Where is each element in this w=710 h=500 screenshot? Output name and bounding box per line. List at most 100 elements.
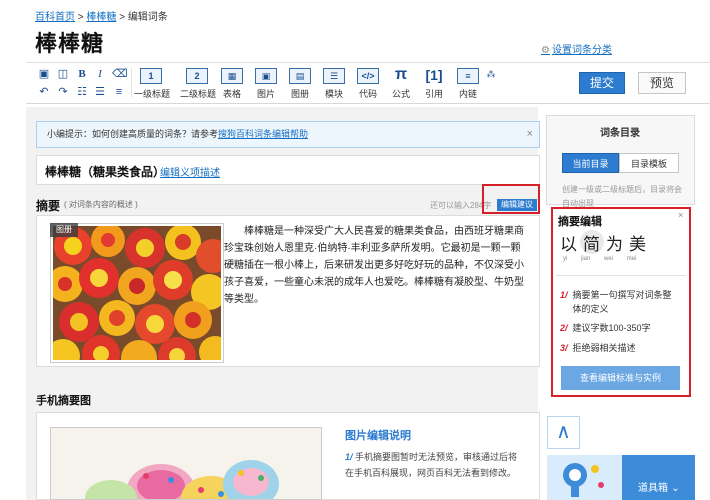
toolbar-code-button[interactable]: </> 代码 [351,66,385,100]
toolbar-reference-button[interactable]: [1] 引用 [417,66,451,100]
toolbar-code-label: 代码 [358,89,377,99]
formula-icon: π [394,66,408,83]
edit-description-link[interactable]: 编辑义项描述 [160,164,220,179]
summary-subtitle: ( 对词条内容的概述 ) [64,200,138,209]
tip-item-text: 建议字数100-350字 [572,323,651,333]
settings-category-label: 设置词条分类 [551,45,612,56]
view-standards-button[interactable]: 查看编辑标准与实例 [561,366,680,390]
chevron-up-icon: ∧ [556,421,571,443]
reference-icon: [1] [425,67,443,83]
slogan: 以简为美 [560,235,652,255]
album-tag: 图册 [50,223,78,237]
pinyin-syllable: wei [604,256,614,262]
toolbox-label-text: 道具箱 [638,483,668,494]
highlight-box [482,184,540,214]
toolbar-album-label: 图册 [290,89,309,99]
redo-icon[interactable]: ↷ [56,85,70,99]
align-icon[interactable]: ≡ [112,85,126,99]
close-icon[interactable]: × [678,210,683,220]
toolbar-heading-2-label: 二级标题 [180,89,217,99]
toolbar-divider [131,68,132,98]
gear-icon: ⚙ [541,45,550,56]
tip-card-title: 摘要编辑 [558,215,602,228]
lollipop-photo[interactable] [53,226,221,360]
tip-item-number: 3/ [560,343,568,353]
summary-heading: 摘要 [36,199,61,213]
toolbar-heading-1-button[interactable]: 1 一级标题 [134,66,171,100]
entry-title: 棒棒糖（糖果类食品） [45,165,166,179]
close-icon[interactable]: × [527,122,533,147]
toolbar-image-button[interactable]: ▣ 图片 [249,66,283,100]
tip-item-number: 2/ [560,323,568,333]
pinyin-syllable: jian [581,256,591,262]
pinyin-syllable: yi [563,256,568,262]
entry-title-box: 棒棒糖（糖果类食品） 编辑义项描述 [36,155,540,185]
toolbar-album-button[interactable]: ▤ 图册 [283,66,317,100]
tip-item-text: 摘要第一句撰写对词条整体的定义 [572,290,672,314]
italic-icon[interactable]: I [93,67,107,81]
summary-text[interactable]: 棒棒糖是一种深受广大人民喜爱的糖果类食品，由西班牙糖果商珍宝珠创始人恩里克·伯纳… [224,223,524,308]
image-icon: ▣ [255,68,277,84]
chevron-down-icon: ⌄ [671,483,680,494]
scroll-up-button[interactable]: ∧ [547,416,580,449]
breadcrumb-home-link[interactable]: 百科首页 [35,12,75,23]
tab-toc-template[interactable]: 目录模板 [619,153,679,173]
submit-button[interactable]: 提交 [579,72,625,94]
mobile-summary-heading: 手机摘要图 [36,394,91,407]
toolbar-heading-2-button[interactable]: 2 二级标题 [180,66,217,100]
toolbar-internal-link-button[interactable]: ≡ 内链 [451,66,485,100]
tab-current-toc[interactable]: 当前目录 [562,153,619,173]
link-icon: ≡ [457,68,479,84]
picture-help-body: 手机摘要图暂时无法预览，审核通过后将在手机百科展现，网页百科无法看到修改。 [345,452,518,478]
tip-help-link[interactable]: 搜狗百科词条编辑帮助 [218,129,308,139]
toolbar-module-button[interactable]: ☰ 模块 [317,66,351,100]
tip-card-divider [556,275,686,276]
toolbox-illustration [547,455,622,500]
code-icon: </> [357,68,379,84]
special-char-icon[interactable]: ⁂ [484,67,498,81]
breadcrumb-current: 编辑词条 [127,12,168,23]
clear-format-icon[interactable]: ◫ [56,67,70,81]
toolbar-internal-link-label: 内链 [458,89,477,99]
toolbar-heading-1-label: 一级标题 [134,89,171,99]
toolbar-formula-label: 公式 [391,89,410,99]
breadcrumb-entry-link[interactable]: 棒棒糖 [86,12,116,23]
save-icon[interactable]: ▣ [37,67,51,81]
picture-help-title: 图片编辑说明 [345,429,411,442]
toc-title: 词条目录 [600,128,640,139]
tip-item-text: 拒绝弱相关描述 [572,343,636,353]
toolbar-table-label: 表格 [222,89,241,99]
toolbox-label[interactable]: 道具箱 ⌄ [638,479,680,494]
page-title: 棒棒糖 [35,32,105,57]
pinyin-syllable: mei [626,256,637,262]
breadcrumb-separator: > [77,12,84,23]
tip-item: 3/拒绝弱相关描述 [560,341,685,355]
toolbar-table-button[interactable]: ▦ 表格 [215,66,249,100]
heading-2-icon: 2 [186,68,208,84]
bold-icon[interactable]: B [75,67,89,81]
undo-icon[interactable]: ↶ [37,85,51,99]
eraser-icon[interactable]: ⌫ [112,67,128,81]
toolbar-image-label: 图片 [256,89,275,99]
module-icon: ☰ [323,68,345,84]
editor-tip-bar: 小编提示：如何创建高质量的词条？请参考搜狗百科词条编辑帮助 × [36,121,540,148]
tip-text: 小编提示：如何创建高质量的词条？请参考 [47,129,219,139]
picture-help-number: 1/ [345,452,353,462]
preview-button[interactable]: 预览 [638,72,686,94]
tip-item-number: 1/ [560,290,568,300]
mobile-summary-photo[interactable] [50,427,322,500]
settings-category-link[interactable]: ⚙ 设置词条分类 [541,41,612,56]
picture-help-text: 1/ 手机摘要图暂时无法预览，审核通过后将在手机百科展现，网页百科无法看到修改。 [345,449,525,481]
breadcrumb: 百科首页 > 棒棒糖 > 编辑词条 [35,8,168,23]
ordered-list-icon[interactable]: ☷ [75,85,89,99]
album-icon: ▤ [289,68,311,84]
toolbar-formula-button[interactable]: π 公式 [384,66,418,100]
toolbar-module-label: 模块 [324,89,343,99]
slogan-pinyin: yi jian wei mei [563,256,636,262]
tip-item: 1/摘要第一句撰写对词条整体的定义 [560,288,685,316]
heading-1-icon: 1 [140,68,162,84]
toolbar-reference-label: 引用 [424,89,443,99]
tip-item: 2/建议字数100-350字 [560,321,685,335]
breadcrumb-separator: > [119,12,126,23]
bullet-list-icon[interactable]: ☰ [93,85,107,99]
